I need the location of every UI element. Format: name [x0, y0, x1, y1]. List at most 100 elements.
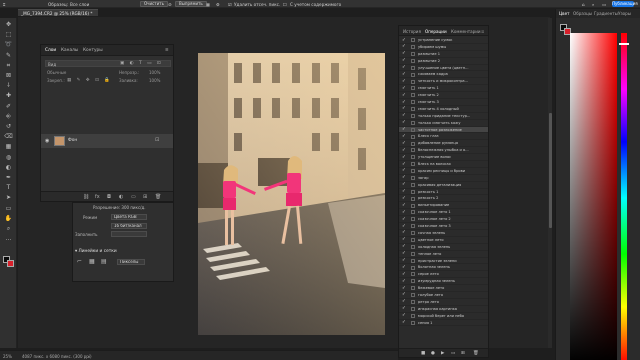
guides-icon[interactable]: ▤ — [101, 258, 107, 265]
action-enabled-check-icon[interactable]: ✓ — [402, 86, 406, 91]
action-dialog-toggle[interactable] — [411, 176, 415, 180]
action-dialog-toggle[interactable] — [411, 79, 415, 84]
crop-icon[interactable]: ⌗ — [4, 62, 13, 69]
straighten-icon[interactable]: ⊘ — [168, 2, 172, 7]
action-row[interactable]: ✓ морской берег или небо — [399, 313, 488, 320]
bit-depth-select[interactable]: 16 бит/канал — [111, 223, 147, 229]
action-dialog-toggle[interactable] — [411, 169, 415, 174]
action-enabled-check-icon[interactable]: ✓ — [402, 134, 406, 139]
action-row[interactable]: ✓ инкрасная картинка — [399, 306, 488, 313]
action-enabled-check-icon[interactable]: ✓ — [402, 175, 406, 180]
action-row[interactable]: ✓ теплое лето — [399, 251, 488, 258]
action-enabled-check-icon[interactable]: ✓ — [402, 148, 406, 153]
crop-tool-icon[interactable]: ⌗ — [3, 2, 5, 7]
new-layer-icon[interactable]: ⊞ — [143, 194, 147, 200]
link-layers-icon[interactable]: ⛓ — [83, 194, 89, 200]
action-dialog-toggle[interactable] — [411, 51, 415, 56]
tab-swatches[interactable]: Образцы — [573, 11, 592, 16]
fill-select[interactable] — [111, 231, 147, 237]
frame-icon[interactable]: ⊠ — [4, 72, 13, 79]
action-enabled-check-icon[interactable]: ✓ — [402, 237, 406, 242]
action-dialog-toggle[interactable] — [411, 72, 415, 77]
filter-kind-select[interactable]: Вид — [48, 62, 56, 67]
action-row[interactable]: ✓ частотное разложение — [399, 126, 488, 134]
action-row[interactable]: ✓ красивая детализация — [399, 182, 488, 189]
workspace-icon[interactable]: ▭ — [602, 2, 606, 7]
play-icon[interactable]: ▶ — [441, 351, 444, 356]
tab-patterns[interactable]: Узоры — [618, 11, 631, 16]
action-enabled-check-icon[interactable]: ✓ — [402, 106, 406, 111]
hand-icon[interactable]: ✋ — [4, 215, 13, 222]
action-row[interactable]: ✓ четкость и микроконтра... — [399, 78, 488, 86]
action-enabled-check-icon[interactable]: ✓ — [402, 224, 406, 229]
action-row[interactable]: ✓ холодная зелень — [399, 244, 488, 251]
new-set-icon[interactable]: ▭ — [451, 351, 455, 356]
dodge-icon[interactable]: ◐ — [4, 164, 13, 171]
status-arrow-icon[interactable]: › — [88, 354, 90, 359]
action-enabled-check-icon[interactable]: ✓ — [402, 244, 406, 249]
action-enabled-check-icon[interactable]: ✓ — [402, 113, 406, 118]
action-dialog-toggle[interactable] — [411, 148, 415, 153]
action-dialog-toggle[interactable] — [411, 107, 415, 112]
hue-slider-handle[interactable] — [619, 43, 629, 45]
action-dialog-toggle[interactable] — [411, 231, 415, 236]
layer-name[interactable]: Фон — [68, 138, 77, 143]
tab-channels[interactable]: Каналы — [61, 48, 78, 53]
action-enabled-check-icon[interactable]: ✓ — [402, 162, 406, 167]
action-row[interactable]: ✓ цветное лето — [399, 237, 488, 244]
action-row[interactable]: ✓ добавление румянца — [399, 140, 488, 148]
quick-select-icon[interactable]: ✎ — [4, 52, 13, 59]
sample-dropdown[interactable]: Все слои — [70, 2, 89, 7]
action-row[interactable]: ✓ сказочное лето 3 — [399, 223, 488, 230]
action-row[interactable]: ✓ голубое лето — [399, 292, 488, 299]
action-row[interactable]: ✓ резкость 2 — [399, 195, 488, 203]
action-enabled-check-icon[interactable]: ✓ — [402, 58, 406, 63]
action-enabled-check-icon[interactable]: ✓ — [402, 299, 406, 304]
action-dialog-toggle[interactable] — [411, 58, 415, 63]
scrollbar-thumb[interactable] — [548, 113, 552, 228]
more-tools-icon[interactable]: … — [4, 235, 13, 242]
action-dialog-toggle[interactable] — [411, 196, 415, 201]
action-dialog-toggle[interactable] — [411, 238, 415, 243]
action-enabled-check-icon[interactable]: ✓ — [402, 100, 406, 105]
action-row[interactable]: ✓ ретро лето — [399, 299, 488, 306]
stop-icon[interactable]: ■ — [421, 351, 425, 356]
canvas-scrollbar[interactable] — [548, 18, 552, 348]
action-row[interactable]: ✓ размытие 1 — [399, 51, 488, 58]
saturation-brightness-picker[interactable] — [570, 33, 617, 360]
action-row[interactable]: ✓ только смягчить кожу — [399, 120, 488, 127]
action-row[interactable]: ✓ устранение сумок — [399, 37, 488, 44]
action-dialog-toggle[interactable] — [411, 65, 415, 70]
action-dialog-toggle[interactable] — [411, 182, 415, 187]
background-color-swatch[interactable] — [7, 260, 14, 267]
action-enabled-check-icon[interactable]: ✓ — [402, 272, 406, 277]
action-dialog-toggle[interactable] — [411, 203, 415, 208]
path-select-icon[interactable]: ➤ — [4, 194, 13, 201]
grid-overlay-icon[interactable]: ▦ — [206, 2, 210, 7]
layer-filter-row[interactable]: Вид ▣ ◐ T ▭ ⊡ — [45, 60, 171, 67]
action-dialog-toggle[interactable] — [411, 210, 415, 215]
action-enabled-check-icon[interactable]: ✓ — [402, 44, 406, 49]
action-dialog-toggle[interactable] — [411, 189, 415, 194]
action-dialog-toggle[interactable] — [411, 286, 415, 291]
action-dialog-toggle[interactable] — [411, 141, 415, 146]
action-enabled-check-icon[interactable]: ✓ — [402, 72, 406, 77]
marquee-icon[interactable]: ⬚ — [4, 31, 13, 38]
action-dialog-toggle[interactable] — [411, 38, 415, 43]
tab-paths[interactable]: Контуры — [83, 48, 103, 53]
tab-actions[interactable]: Операции — [425, 29, 447, 34]
action-enabled-check-icon[interactable]: ✓ — [402, 265, 406, 270]
eraser-icon[interactable]: ⌫ — [4, 133, 13, 140]
action-enabled-check-icon[interactable]: ✓ — [402, 306, 406, 311]
action-dialog-toggle[interactable] — [411, 279, 415, 284]
action-enabled-check-icon[interactable]: ✓ — [402, 127, 406, 132]
healing-brush-icon[interactable]: ✚ — [4, 92, 13, 99]
action-dialog-toggle[interactable] — [411, 45, 415, 50]
record-icon[interactable]: ● — [431, 351, 435, 356]
tab-layers[interactable]: Слои — [45, 48, 56, 53]
action-dialog-toggle[interactable] — [411, 113, 415, 118]
clear-button[interactable]: Очистить — [140, 1, 168, 7]
lock-icons[interactable]: ▦ ✎ ✥ ⊡ 🔒 — [67, 78, 112, 83]
grid-icon[interactable]: ▦ — [89, 258, 95, 265]
action-enabled-check-icon[interactable]: ✓ — [402, 51, 406, 56]
